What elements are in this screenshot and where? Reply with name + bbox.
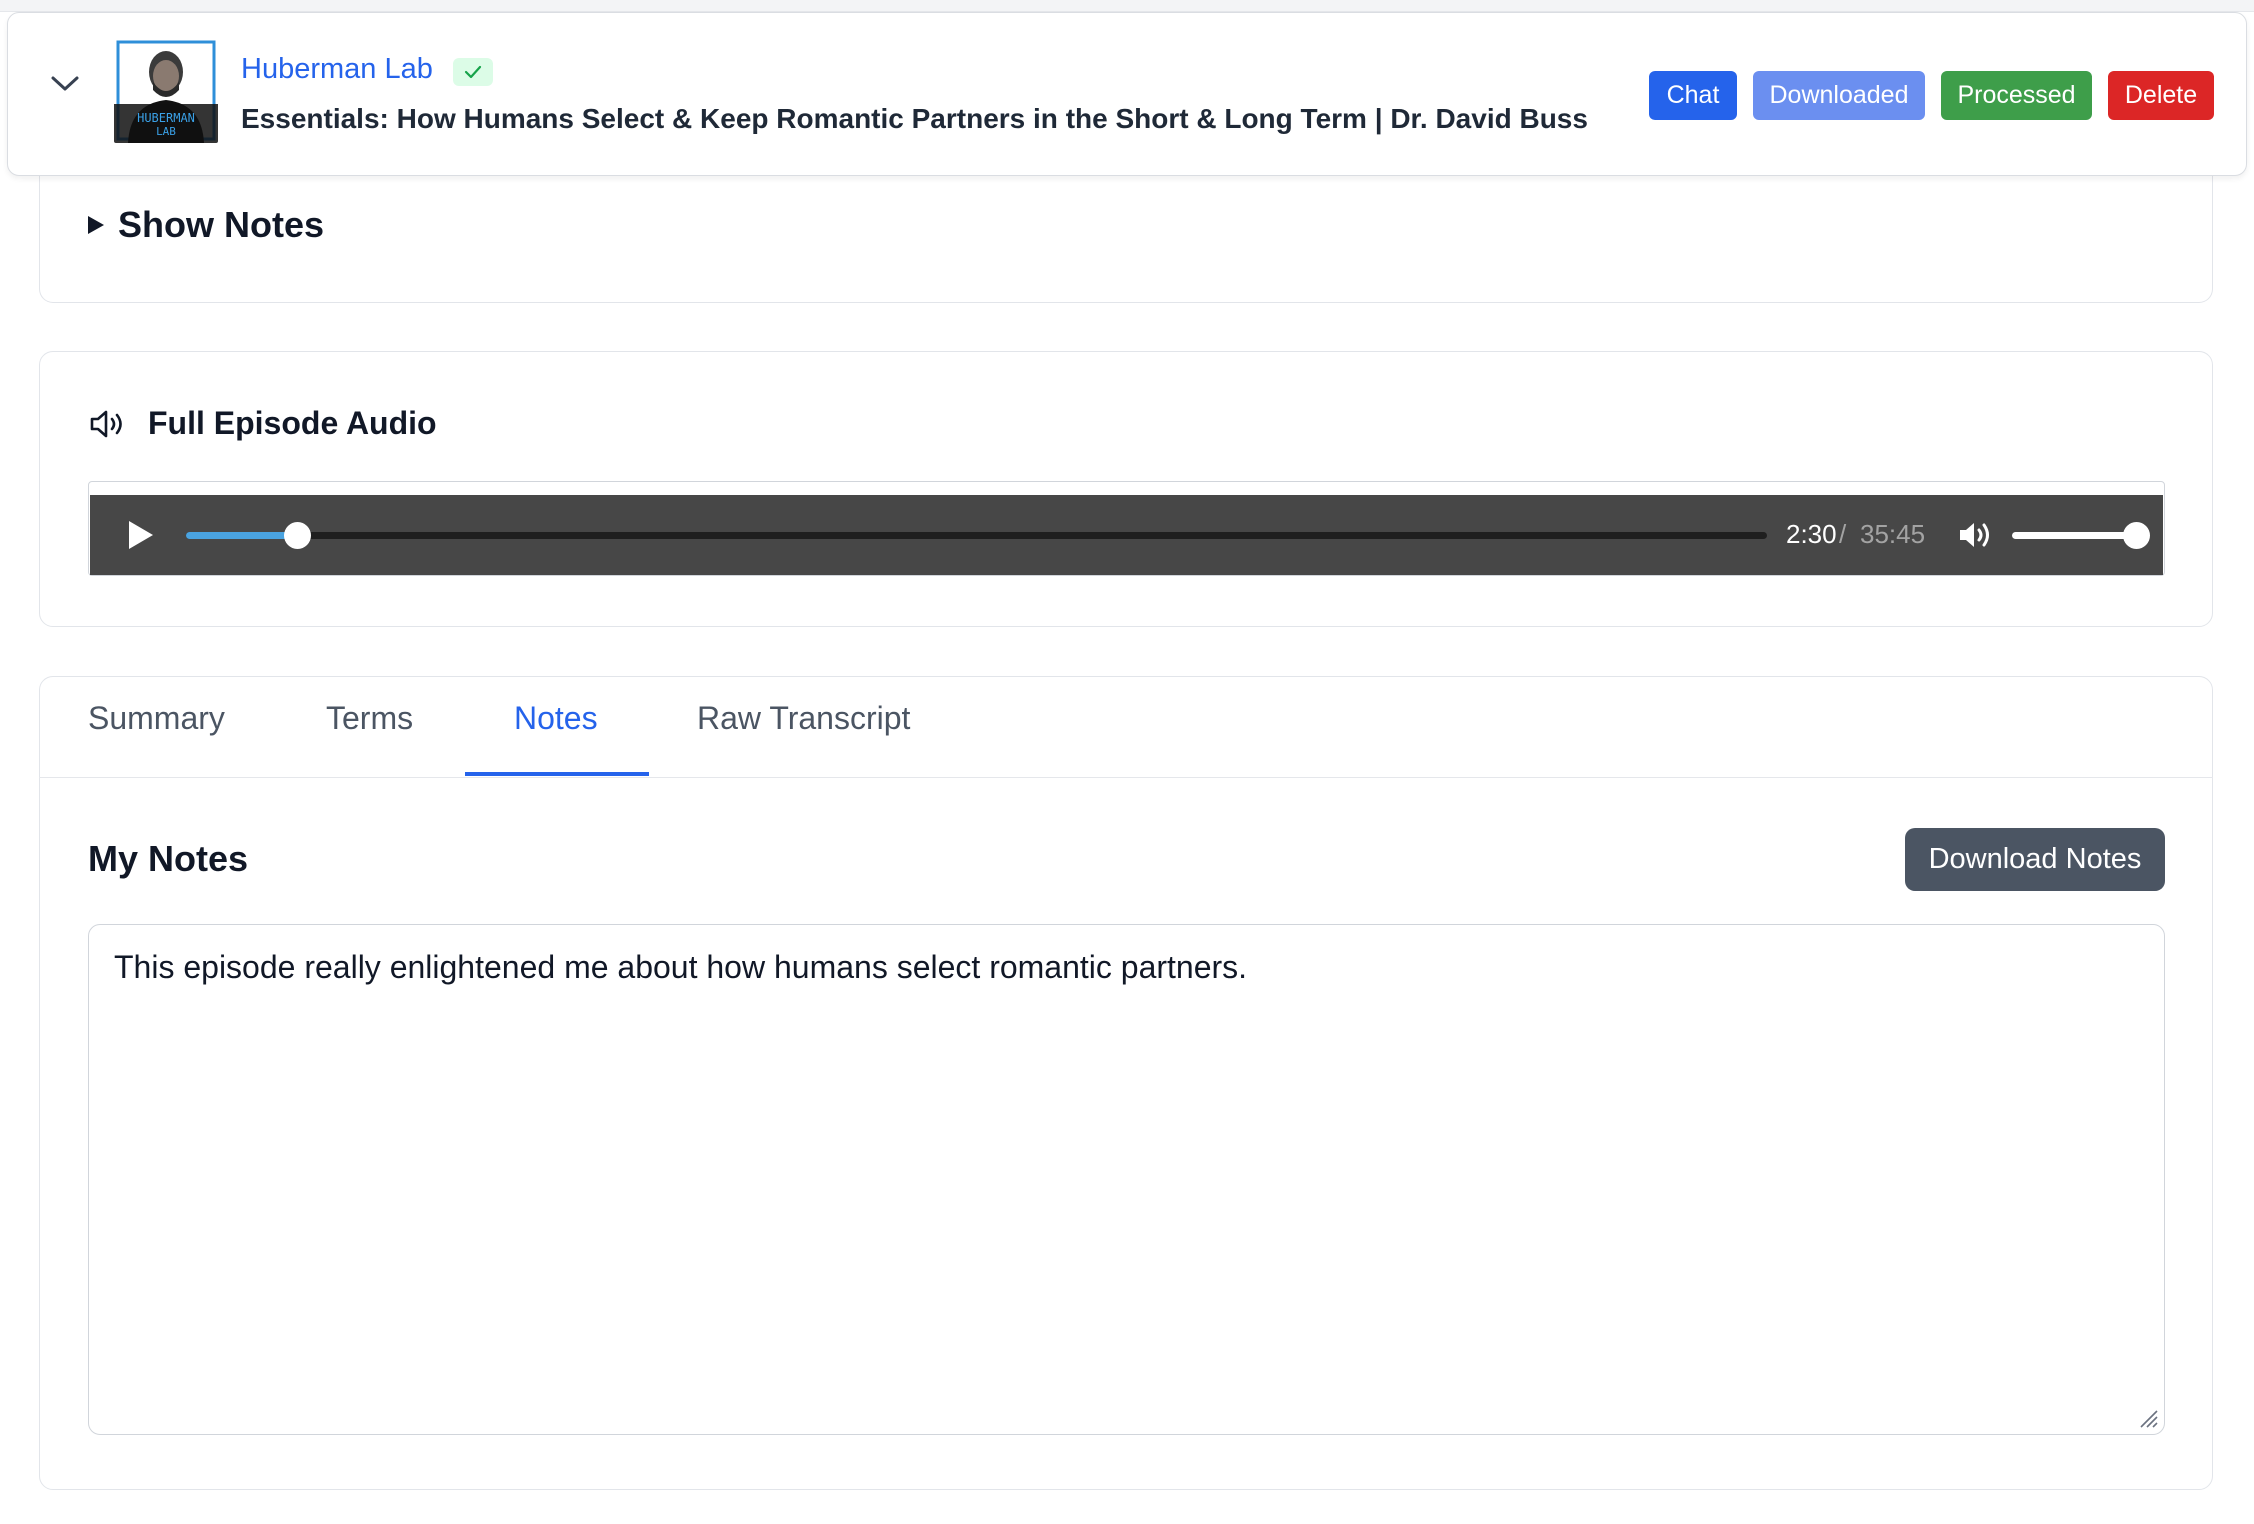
disclosure-triangle-icon <box>88 216 104 234</box>
chevron-down-icon[interactable] <box>43 69 87 99</box>
seek-bar[interactable] <box>186 522 1767 549</box>
episode-header: HUBERMAN LAB Huberman Lab Essentials: Ho… <box>7 12 2247 176</box>
top-strip <box>0 0 2254 12</box>
volume-handle[interactable] <box>2123 522 2150 549</box>
chat-button[interactable]: Chat <box>1649 71 1737 120</box>
show-notes-toggle[interactable]: Show Notes <box>88 204 324 246</box>
seek-progress <box>186 532 297 539</box>
resize-handle-icon[interactable] <box>2135 1405 2159 1429</box>
notes-textarea[interactable]: This episode really enlightened me about… <box>88 924 2165 1435</box>
active-tab-indicator <box>465 772 649 776</box>
audio-player: 2:30 / 35:45 <box>90 495 2163 575</box>
delete-button[interactable]: Delete <box>2108 71 2214 120</box>
volume-level <box>2012 532 2136 539</box>
play-icon[interactable] <box>126 519 156 551</box>
audio-heading: Full Episode Audio <box>88 405 437 442</box>
check-icon <box>464 65 482 79</box>
verified-badge <box>453 58 493 86</box>
tab-raw-transcript[interactable]: Raw Transcript <box>697 700 910 737</box>
current-time: 2:30 <box>1786 519 1837 549</box>
time-separator: / <box>1839 519 1847 549</box>
tab-notes[interactable]: Notes <box>514 700 598 737</box>
volume-icon[interactable] <box>1956 518 1996 552</box>
processed-button[interactable]: Processed <box>1941 71 2092 120</box>
seek-handle[interactable] <box>283 522 311 549</box>
audio-title: Full Episode Audio <box>148 405 437 441</box>
svg-text:LAB: LAB <box>156 125 176 138</box>
volume-slider[interactable] <box>2012 522 2150 549</box>
notes-heading: My Notes <box>88 838 249 879</box>
tab-summary[interactable]: Summary <box>88 700 225 737</box>
svg-text:HUBERMAN: HUBERMAN <box>137 111 195 125</box>
downloaded-button[interactable]: Downloaded <box>1753 71 1925 120</box>
tab-terms[interactable]: Terms <box>326 700 413 737</box>
episode-title: Essentials: How Humans Select & Keep Rom… <box>241 103 1588 134</box>
podcast-cover-image: HUBERMAN LAB <box>114 38 218 143</box>
download-notes-button[interactable]: Download Notes <box>1905 828 2165 891</box>
speaker-icon <box>90 410 122 437</box>
total-time: 35:45 <box>1860 519 1926 549</box>
show-notes-label: Show Notes <box>118 204 325 245</box>
podcast-name-link[interactable]: Huberman Lab <box>241 53 433 86</box>
